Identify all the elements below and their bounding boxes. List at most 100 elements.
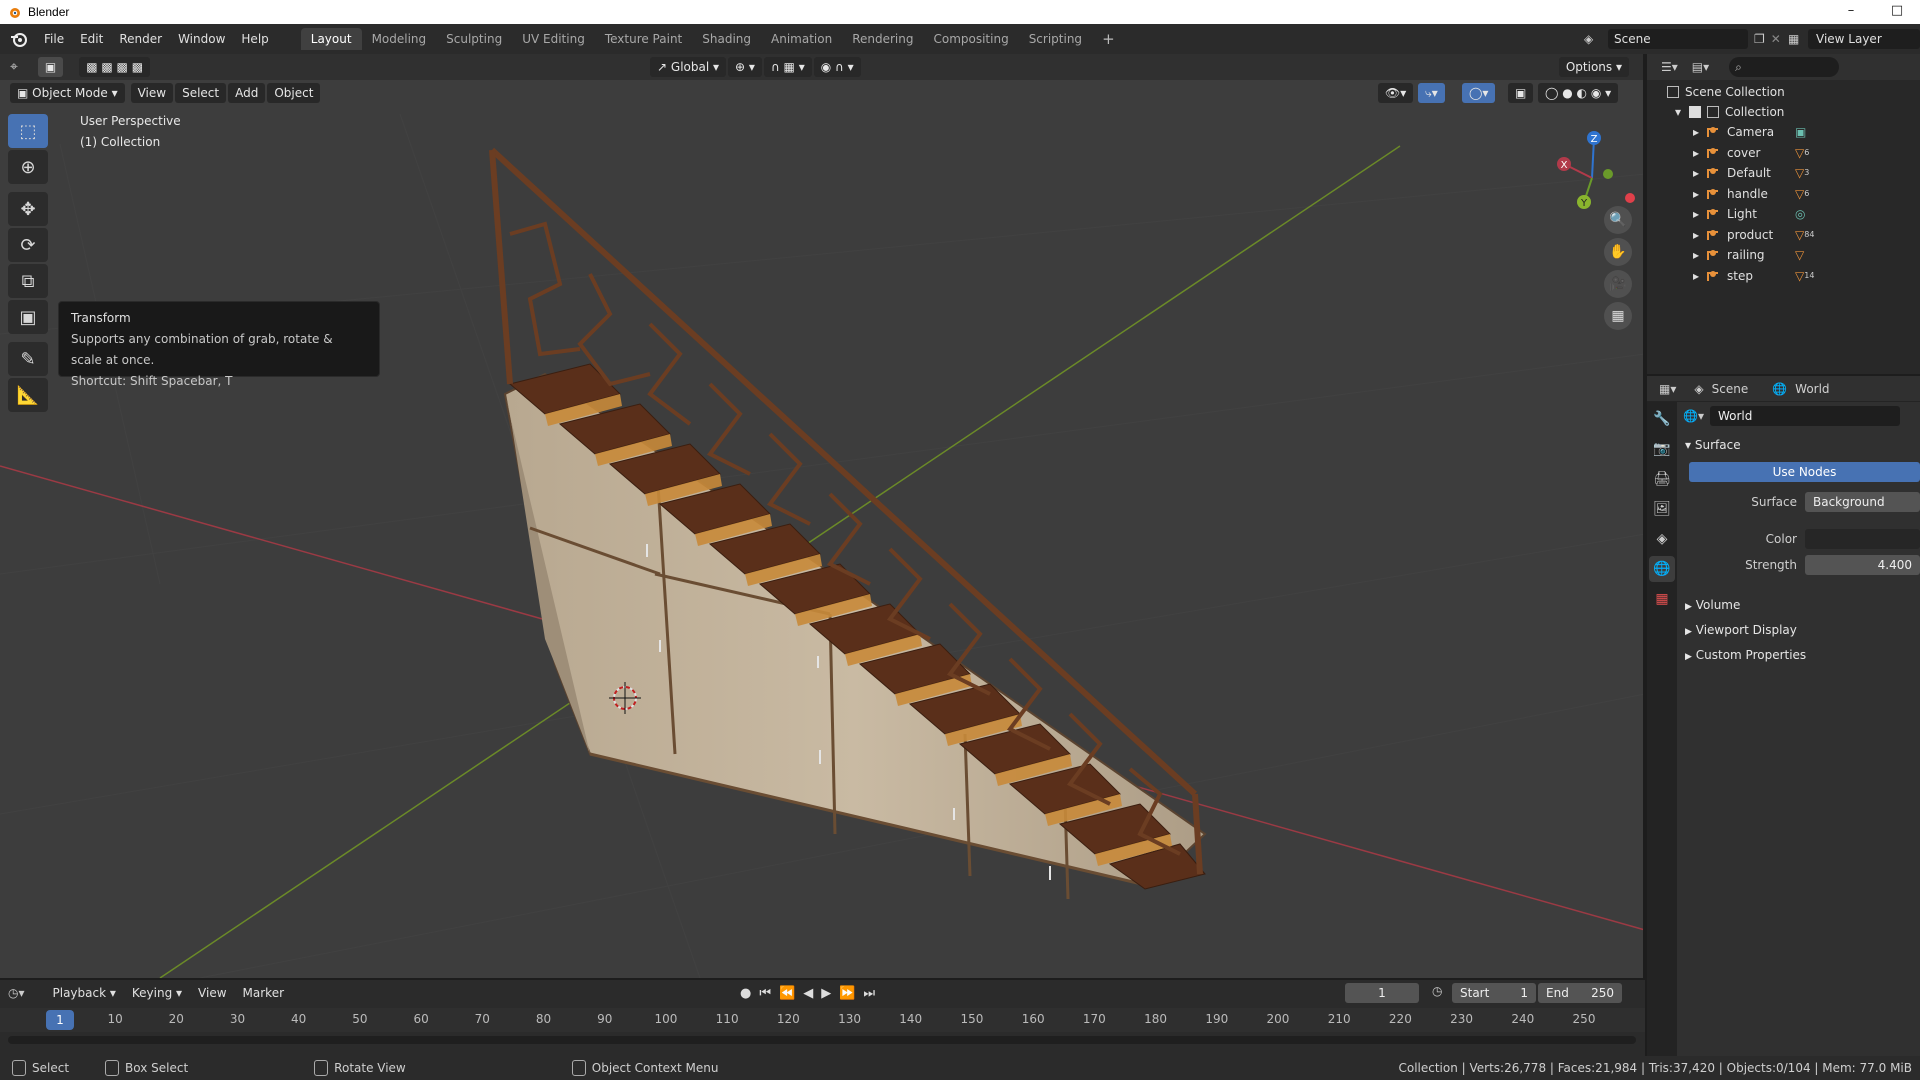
menu-render[interactable]: Render: [111, 24, 170, 54]
collection-row[interactable]: ▾ Collection: [1675, 102, 1784, 122]
output-tab-icon[interactable]: 🖨: [1649, 466, 1675, 492]
annotate-tool-icon[interactable]: ✎: [8, 342, 48, 376]
custom-properties-panel-header[interactable]: ▶ Custom Properties: [1685, 644, 1806, 666]
tab-scripting[interactable]: Scripting: [1019, 28, 1092, 50]
play-reverse-icon[interactable]: ◀: [803, 986, 813, 1001]
object-mode-dropdown[interactable]: ▣ Object Mode ▾: [10, 83, 125, 103]
tab-modeling[interactable]: Modeling: [362, 28, 437, 50]
menu-help[interactable]: Help: [233, 24, 276, 54]
expand-arrow-icon[interactable]: ▸: [1693, 184, 1699, 204]
tool-tab-icon[interactable]: 🔧: [1649, 406, 1675, 432]
tab-uv-editing[interactable]: UV Editing: [512, 28, 595, 50]
menu-file[interactable]: File: [36, 24, 72, 54]
select-box-tool-icon[interactable]: ⬚: [8, 114, 48, 148]
texture-tab-icon[interactable]: ▦: [1649, 586, 1675, 612]
tab-shading[interactable]: Shading: [692, 28, 761, 50]
render-tab-icon[interactable]: 📷: [1649, 436, 1675, 462]
select-tool-mode-icon[interactable]: ▣: [37, 57, 64, 77]
view-layer-name-field[interactable]: View Layer: [1808, 29, 1920, 49]
tab-animation[interactable]: Animation: [761, 28, 842, 50]
surface-panel-header[interactable]: ▾ Surface: [1685, 434, 1741, 456]
new-scene-icon[interactable]: ❐: [1754, 32, 1765, 46]
pivot-point-icon[interactable]: ⊕ ▾: [728, 57, 762, 77]
use-nodes-button[interactable]: Use Nodes: [1689, 462, 1920, 482]
color-swatch[interactable]: [1805, 529, 1920, 549]
tab-sculpting[interactable]: Sculpting: [436, 28, 512, 50]
breadcrumb-world[interactable]: World: [1795, 382, 1829, 396]
current-frame-indicator[interactable]: 1: [46, 1010, 74, 1030]
outliner-item-camera[interactable]: ▸ Camera ▣: [1693, 122, 1806, 142]
tab-texture-paint[interactable]: Texture Paint: [595, 28, 692, 50]
properties-editor-icon[interactable]: ▦▾: [1659, 382, 1676, 396]
tab-layout[interactable]: Layout: [300, 28, 362, 50]
mesh-icon[interactable]: ▽: [1795, 245, 1804, 265]
collection-checkbox[interactable]: [1689, 106, 1702, 118]
collapse-arrow-icon[interactable]: ▾: [1675, 102, 1681, 122]
breadcrumb-scene[interactable]: Scene: [1712, 382, 1749, 396]
xray-toggle-icon[interactable]: ▣: [1508, 83, 1534, 103]
selection-mode-icons[interactable]: ▩ ▩ ▩ ▩: [79, 57, 151, 77]
mesh-icon[interactable]: ▽: [1795, 184, 1804, 204]
mesh-icon[interactable]: ▽: [1795, 266, 1804, 286]
display-mode-icon[interactable]: ▤▾: [1692, 60, 1709, 74]
outliner-editor-icon[interactable]: ☰▾: [1661, 60, 1678, 74]
start-frame-field[interactable]: Start 1: [1452, 983, 1536, 1003]
zoom-icon[interactable]: 🔍: [1604, 206, 1632, 234]
expand-arrow-icon[interactable]: ▸: [1693, 204, 1699, 224]
scale-tool-icon[interactable]: ⧉: [8, 264, 48, 298]
rotate-tool-icon[interactable]: ⟳: [8, 228, 48, 262]
camera-icon[interactable]: ▣: [1795, 122, 1806, 142]
3d-viewport[interactable]: ⌖ ▣ ▩ ▩ ▩ ▩ ↗ Global ▾ ⊕ ▾ ∩ ▦ ▾ ◉ ∩ ▾ O…: [0, 54, 1645, 978]
expand-arrow-icon[interactable]: ▸: [1693, 245, 1699, 265]
navigation-gizmo[interactable]: Z X Y: [1548, 116, 1644, 226]
timeline-scrollbar[interactable]: [8, 1036, 1636, 1044]
menu-keying[interactable]: Keying ▾: [124, 980, 190, 1006]
play-icon[interactable]: ▶: [821, 986, 831, 1001]
menu-playback[interactable]: Playback ▾: [45, 980, 124, 1006]
outliner-item-cover[interactable]: ▸ cover ▽ 6: [1693, 143, 1809, 163]
overlay-toggle-icon[interactable]: ◯▾: [1462, 83, 1496, 103]
menu-timeline-view[interactable]: View: [190, 980, 234, 1006]
snap-icon[interactable]: ∩ ▦ ▾: [763, 57, 812, 77]
scene-tab-icon[interactable]: ◈: [1649, 526, 1675, 552]
blender-menu-icon[interactable]: [8, 28, 30, 50]
move-tool-icon[interactable]: ✥: [8, 192, 48, 226]
delete-scene-icon[interactable]: ✕: [1771, 32, 1781, 46]
prev-keyframe-icon[interactable]: ⏪: [779, 986, 795, 1001]
expand-arrow-icon[interactable]: ▸: [1693, 163, 1699, 183]
outliner-item-default[interactable]: ▸ Default ▽ 3: [1693, 163, 1809, 183]
tab-compositing[interactable]: Compositing: [923, 28, 1018, 50]
outliner-item-handle[interactable]: ▸ handle ▽ 6: [1693, 184, 1809, 204]
mesh-icon[interactable]: ▽: [1795, 143, 1804, 163]
view-layer-tab-icon[interactable]: 🖼: [1649, 496, 1675, 522]
end-frame-field[interactable]: End 250: [1538, 983, 1622, 1003]
scene-collection-row[interactable]: Scene Collection: [1667, 82, 1785, 102]
gizmo-toggle-icon[interactable]: ⤷▾: [1418, 83, 1445, 103]
expand-arrow-icon[interactable]: ▸: [1693, 266, 1699, 286]
outliner-item-railing[interactable]: ▸ railing ▽: [1693, 245, 1804, 265]
expand-arrow-icon[interactable]: ▸: [1693, 143, 1699, 163]
outliner-item-step[interactable]: ▸ step ▽ 14: [1693, 266, 1814, 286]
menu-view[interactable]: View: [130, 83, 174, 103]
viewport-display-panel-header[interactable]: ▶ Viewport Display: [1685, 619, 1797, 641]
minimize-icon[interactable]: –: [1828, 0, 1874, 24]
light-icon[interactable]: ◎: [1795, 204, 1805, 224]
menu-object[interactable]: Object: [267, 83, 321, 103]
record-icon[interactable]: ●: [740, 986, 751, 1001]
mesh-icon[interactable]: ▽: [1795, 163, 1804, 183]
jump-start-icon[interactable]: ⏮: [759, 986, 771, 1001]
outliner-item-light[interactable]: ▸ Light ◎: [1693, 204, 1806, 224]
menu-select[interactable]: Select: [175, 83, 227, 103]
transform-tool-icon[interactable]: ▣: [8, 300, 48, 334]
editor-type-icon[interactable]: ⌖: [10, 59, 18, 75]
visibility-icon[interactable]: 👁▾: [1378, 83, 1414, 103]
maximize-icon[interactable]: □: [1874, 0, 1920, 24]
world-name-field[interactable]: World: [1709, 406, 1900, 426]
menu-marker[interactable]: Marker: [235, 980, 292, 1006]
next-keyframe-icon[interactable]: ⏩: [839, 986, 855, 1001]
proportional-edit-icon[interactable]: ◉ ∩ ▾: [813, 57, 861, 77]
timeline-editor-icon[interactable]: ◷▾: [8, 986, 25, 1000]
scene-selector[interactable]: ◈ Scene ❐ ✕: [1584, 28, 1784, 50]
current-frame-field[interactable]: 1: [1345, 983, 1419, 1003]
pan-hand-icon[interactable]: ✋: [1604, 238, 1632, 266]
